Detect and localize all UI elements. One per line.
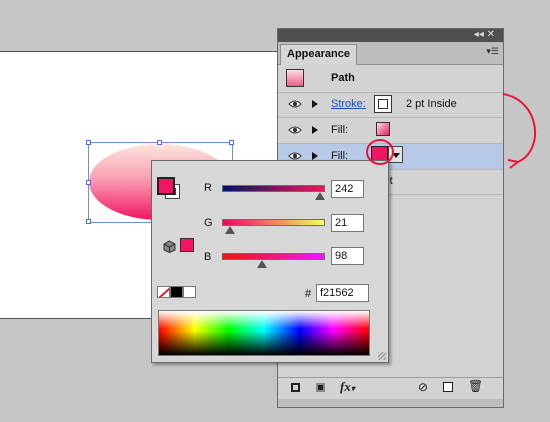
green-value-input[interactable]: 21 (331, 214, 364, 232)
fill-color-proxy[interactable] (157, 177, 175, 195)
resize-grip-icon[interactable] (378, 352, 386, 360)
double-chevron-left-icon[interactable]: ◂◂ ✕ (474, 29, 495, 41)
expand-triangle-icon[interactable] (312, 126, 318, 134)
object-row[interactable]: Path (278, 65, 503, 93)
selection-handle[interactable] (86, 140, 91, 145)
slider-thumb-blue[interactable] (256, 260, 267, 268)
duplicate-item-icon[interactable] (443, 382, 453, 392)
object-thumbnail (286, 69, 304, 87)
stroke-weight-value: 2 pt Inside (406, 98, 457, 110)
expand-triangle-icon[interactable] (312, 152, 318, 160)
blue-value-input[interactable]: 98 (331, 247, 364, 265)
white-swatch[interactable] (183, 286, 196, 298)
panel-title-bar[interactable]: ◂◂ ✕ (278, 29, 503, 42)
annotation-curve (502, 93, 536, 163)
annotation-arrowhead (507, 159, 519, 169)
hex-label: # (305, 288, 312, 300)
add-new-fill-icon[interactable] (316, 383, 325, 392)
panel-resize-grip[interactable] (278, 399, 503, 407)
trash-icon[interactable]: 🗑 (468, 380, 483, 392)
slider-red[interactable] (222, 185, 325, 192)
out-of-gamut-swatch[interactable] (180, 238, 194, 252)
tab-appearance[interactable]: Appearance (280, 44, 357, 65)
expand-triangle-icon[interactable] (312, 100, 318, 108)
selection-handle[interactable] (86, 180, 91, 185)
selection-handle[interactable] (86, 219, 91, 224)
eye-icon[interactable] (288, 125, 302, 135)
hex-value-input[interactable]: f21562 (316, 284, 369, 302)
fill-swatch-gradient[interactable] (376, 122, 390, 136)
stroke-row[interactable]: Stroke: 2 pt Inside (278, 92, 503, 118)
selection-handle[interactable] (157, 140, 162, 145)
color-picker-popup: R 242 G 21 B 98 # f21562 (151, 160, 389, 363)
fill-label: Fill: (331, 124, 349, 136)
channel-label-b: B (204, 251, 212, 263)
slider-blue[interactable] (222, 253, 325, 260)
fx-effects-icon[interactable]: fx▾ (340, 380, 355, 395)
object-label: Path (331, 72, 355, 84)
selection-handle[interactable] (229, 140, 234, 145)
slider-thumb-green[interactable] (225, 226, 236, 234)
slider-thumb-red[interactable] (314, 192, 325, 200)
clear-appearance-icon[interactable]: ⊘ (418, 381, 428, 393)
panel-tab-row: Appearance ▾☰ (278, 42, 503, 65)
fill-row[interactable]: Fill: (278, 118, 503, 144)
fill-dropdown-button[interactable] (388, 146, 403, 163)
stroke-swatch[interactable] (374, 95, 392, 113)
stroke-label[interactable]: Stroke: (331, 98, 366, 110)
color-spectrum[interactable] (158, 310, 370, 356)
add-new-stroke-icon[interactable] (291, 383, 300, 392)
none-swatch[interactable] (157, 286, 170, 298)
black-swatch[interactable] (170, 286, 183, 298)
channel-label-r: R (204, 182, 212, 194)
slider-green[interactable] (222, 219, 325, 226)
cube-icon[interactable] (163, 240, 176, 253)
panel-bottom-toolbar: fx▾ ⊘ 🗑 (278, 377, 503, 400)
channel-label-g: G (204, 217, 213, 229)
panel-menu-icon[interactable]: ▾☰ (486, 46, 499, 57)
chevron-down-icon (392, 153, 400, 158)
eye-icon[interactable] (288, 99, 302, 109)
red-value-input[interactable]: 242 (331, 180, 364, 198)
